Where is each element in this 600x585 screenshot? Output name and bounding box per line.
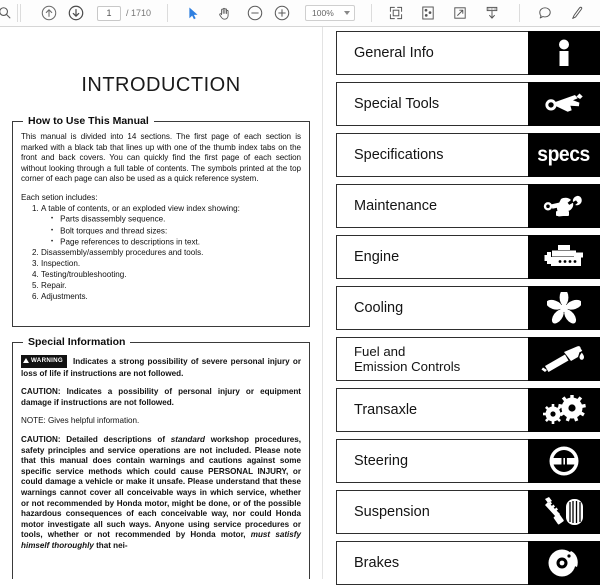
zoom-level-select[interactable]: 100%	[305, 5, 356, 21]
note-text: NOTE: Gives helpful information.	[21, 416, 140, 426]
arrow-down-circle-icon[interactable]	[65, 2, 87, 24]
list-item: Adjustments.	[41, 292, 301, 303]
warning-badge: WARNING	[21, 354, 68, 369]
long-caution-part-c: that nei-	[93, 540, 128, 550]
toolbar-divider	[20, 4, 21, 22]
list-item: Repair.	[41, 281, 301, 292]
plus-circle-icon[interactable]	[271, 2, 293, 24]
specs-text-icon: specs	[528, 133, 600, 177]
wrench-icon	[528, 82, 600, 126]
tab-special-tools[interactable]: Special Tools	[336, 82, 600, 126]
tab-steering[interactable]: Steering	[336, 439, 600, 483]
section-tab-strip: General Info Special Tools Specification	[330, 27, 600, 585]
tab-general-info-label: General Info	[336, 31, 528, 75]
list-item: Page references to descriptions in text.	[51, 237, 301, 248]
tab-fuel-line1: Fuel and	[354, 343, 406, 359]
download-icon[interactable]	[481, 2, 503, 24]
tab-fuel-emission-controls[interactable]: Fuel and Emission Controls	[336, 337, 600, 381]
arrow-up-circle-icon[interactable]	[38, 2, 60, 24]
list-item: Parts disassembly sequence.	[51, 214, 301, 225]
toolbar-divider	[17, 4, 18, 22]
warning-triangle-icon	[23, 357, 29, 363]
hand-wrench-icon	[528, 184, 600, 228]
section-contents-list: A table of contents, or an exploded view…	[21, 204, 301, 303]
long-caution-paragraph: CAUTION: Detailed descriptions of standa…	[21, 435, 301, 552]
specs-word: specs	[537, 143, 591, 166]
steering-wheel-icon	[528, 439, 600, 483]
minus-circle-icon[interactable]	[244, 2, 266, 24]
how-to-paragraph: This manual is divided into 14 sections.…	[21, 132, 301, 184]
list-item: Disassembly/assembly procedures and tool…	[41, 248, 301, 259]
tab-maintenance-label: Maintenance	[336, 184, 528, 228]
tab-steering-label: Steering	[336, 439, 528, 483]
long-caution-part-b: workshop procedures, safety principles a…	[21, 434, 301, 540]
special-information-heading: Special Information	[23, 336, 131, 348]
fit-page-icon[interactable]	[385, 2, 407, 24]
page-total-label: / 1710	[126, 8, 152, 18]
list-item: Inspection.	[41, 259, 301, 270]
tab-cooling[interactable]: Cooling	[336, 286, 600, 330]
pen-icon[interactable]	[566, 2, 588, 24]
page-number-input[interactable]: 1	[97, 5, 121, 21]
hand-icon[interactable]	[213, 2, 235, 24]
gears-icon	[528, 388, 600, 432]
tab-engine[interactable]: Engine	[336, 235, 600, 279]
tab-specifications-label: Specifications	[336, 133, 528, 177]
cursor-arrow-icon[interactable]	[182, 2, 204, 24]
list-item: Bolt torques and thread sizes:	[51, 226, 301, 237]
fullscreen-icon[interactable]	[449, 2, 471, 24]
tab-fuel-line2: Emission Controls	[354, 359, 461, 374]
how-to-use-heading: How to Use This Manual	[23, 115, 154, 127]
shock-absorber-tire-icon	[528, 490, 600, 534]
each-section-intro: Each setion includes:	[21, 192, 98, 202]
information-person-icon	[528, 31, 600, 75]
list-item: A table of contents, or an exploded view…	[41, 204, 301, 215]
toolbar-divider	[167, 4, 169, 22]
long-caution-italic-standard: standard	[170, 434, 205, 444]
caution-text: CAUTION: Indicates a possibility of pers…	[21, 387, 301, 407]
tab-suspension[interactable]: Suspension	[336, 490, 600, 534]
tab-cooling-label: Cooling	[336, 286, 528, 330]
search-icon[interactable]	[0, 2, 12, 24]
tab-maintenance[interactable]: Maintenance	[336, 184, 600, 228]
thumbnail-icon[interactable]	[417, 2, 439, 24]
fuel-nozzle-icon	[528, 337, 600, 381]
brake-disc-icon	[528, 541, 600, 585]
tab-transaxle[interactable]: Transaxle	[336, 388, 600, 432]
tab-brakes-label: Brakes	[336, 541, 528, 585]
pdf-page-canvas[interactable]: INTRODUCTION How to Use This Manual This…	[0, 27, 323, 579]
warning-paragraph: WARNING Indicates a strong possibility of…	[21, 354, 301, 379]
tab-brakes[interactable]: Brakes	[336, 541, 600, 585]
chevron-down-icon[interactable]	[343, 11, 350, 15]
page-title: INTRODUCTION	[81, 74, 241, 96]
tab-fuel-emission-controls-label: Fuel and Emission Controls	[336, 337, 528, 381]
toolbar-divider	[519, 4, 521, 22]
how-to-use-panel: How to Use This Manual This manual is di…	[12, 115, 310, 327]
pdf-viewer-toolbar: 1 / 1710 100%	[0, 0, 600, 27]
viewer-content-area: INTRODUCTION How to Use This Manual This…	[0, 27, 600, 585]
list-item: Testing/troubleshooting.	[41, 270, 301, 281]
special-information-panel: Special Information WARNING Indicates a s…	[12, 336, 310, 579]
tab-specifications[interactable]: Specifications specs	[336, 133, 600, 177]
warning-badge-label: WARNING	[31, 357, 64, 364]
comment-bubble-icon[interactable]	[534, 2, 556, 24]
long-caution-part-a: CAUTION: Detailed descriptions of	[21, 434, 171, 444]
sub-bullet-list: Parts disassembly sequence. Bolt torques…	[41, 214, 301, 248]
zoom-level-value: 100%	[312, 8, 334, 18]
tab-engine-label: Engine	[336, 235, 528, 279]
tab-suspension-label: Suspension	[336, 490, 528, 534]
fan-icon	[528, 286, 600, 330]
engine-block-icon	[528, 235, 600, 279]
tab-transaxle-label: Transaxle	[336, 388, 528, 432]
tab-general-info[interactable]: General Info	[336, 31, 600, 75]
tab-special-tools-label: Special Tools	[336, 82, 528, 126]
toolbar-divider	[371, 4, 373, 22]
